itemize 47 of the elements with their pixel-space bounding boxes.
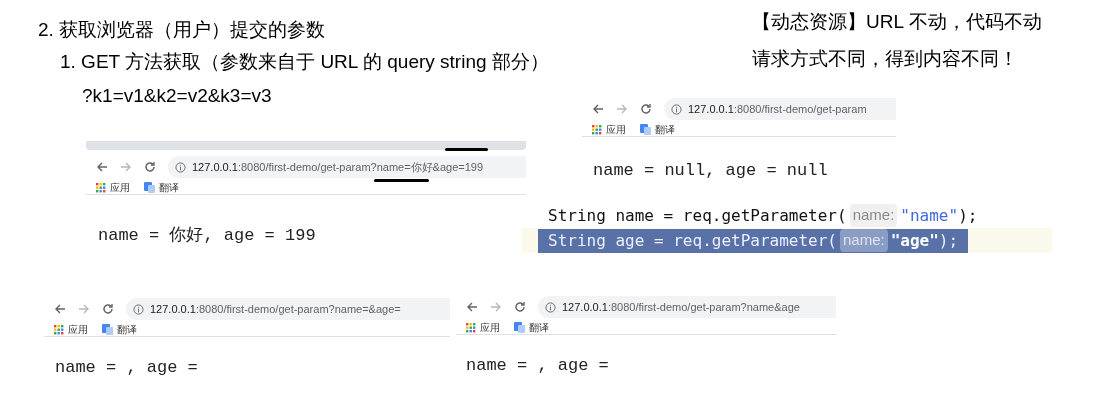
url-text: 127.0.0.1:8080/first-demo/get-param?name=你好&age=199 [192, 159, 484, 175]
info-icon [671, 103, 682, 115]
query-example: ?k1=v1&k2=v2&k3=v3 [82, 84, 272, 108]
apps-grid-icon[interactable] [54, 324, 64, 335]
info-icon [545, 301, 556, 313]
back-arrow-icon[interactable] [466, 301, 478, 313]
underline-mark [374, 179, 429, 182]
bookmark-label[interactable]: 翻译 [117, 322, 137, 337]
note-text: 【动态资源】URL 不动，代码不动 [752, 10, 1042, 34]
address-bar[interactable]: 127.0.0.1:8080/first-demo/get-param [664, 98, 896, 120]
bookmark-label[interactable]: 应用 [480, 320, 500, 335]
bookmark-label[interactable]: 翻译 [529, 320, 549, 335]
code-line: String name = req.getParameter( name: "name"); [548, 203, 978, 228]
redaction-bar [445, 148, 488, 151]
url-text: 127.0.0.1:8080/first-demo/get-param [688, 101, 867, 117]
page-output: name = 你好, age = 199 [98, 225, 316, 247]
reload-icon[interactable] [144, 161, 156, 173]
bookmark-label[interactable]: 翻译 [159, 180, 179, 195]
address-bar[interactable]: 127.0.0.1:8080/first-demo/get-param?name=&age= [126, 298, 450, 320]
bookmark-label[interactable]: 应用 [110, 180, 130, 195]
address-bar[interactable]: 127.0.0.1:8080/first-demo/get-param?name&age [538, 296, 836, 318]
translate-icon[interactable] [640, 124, 651, 135]
translate-icon[interactable] [144, 182, 155, 193]
bookmark-label[interactable]: 翻译 [655, 122, 675, 137]
section-heading: 2. 获取浏览器（用户）提交的参数 [38, 18, 326, 42]
info-icon [175, 161, 186, 173]
back-arrow-icon[interactable] [96, 161, 108, 173]
apps-grid-icon[interactable] [96, 182, 106, 193]
bookmark-label[interactable]: 应用 [68, 322, 88, 337]
back-arrow-icon[interactable] [592, 103, 604, 115]
reload-icon[interactable] [102, 303, 114, 315]
url-text: 127.0.0.1:8080/first-demo/get-param?name&age [562, 299, 800, 315]
url-text: 127.0.0.1:8080/first-demo/get-param?name=&age= [150, 301, 401, 317]
sub-heading: 1. GET 方法获取（参数来自于 URL 的 query string 部分） [60, 50, 549, 74]
apps-grid-icon[interactable] [592, 124, 602, 135]
page-output: name = , age = [55, 357, 198, 379]
translate-icon[interactable] [102, 324, 113, 335]
reload-icon[interactable] [514, 301, 526, 313]
page-output: name = null, age = null [593, 160, 828, 182]
note-text: 请求方式不同，得到内容不同！ [752, 46, 1019, 71]
back-arrow-icon[interactable] [54, 303, 66, 315]
translate-icon[interactable] [514, 322, 525, 333]
page-output: name = , age = [466, 355, 609, 377]
reload-icon[interactable] [640, 103, 652, 115]
bookmark-label[interactable]: 应用 [606, 122, 626, 137]
info-icon [133, 303, 144, 315]
apps-grid-icon[interactable] [466, 322, 476, 333]
